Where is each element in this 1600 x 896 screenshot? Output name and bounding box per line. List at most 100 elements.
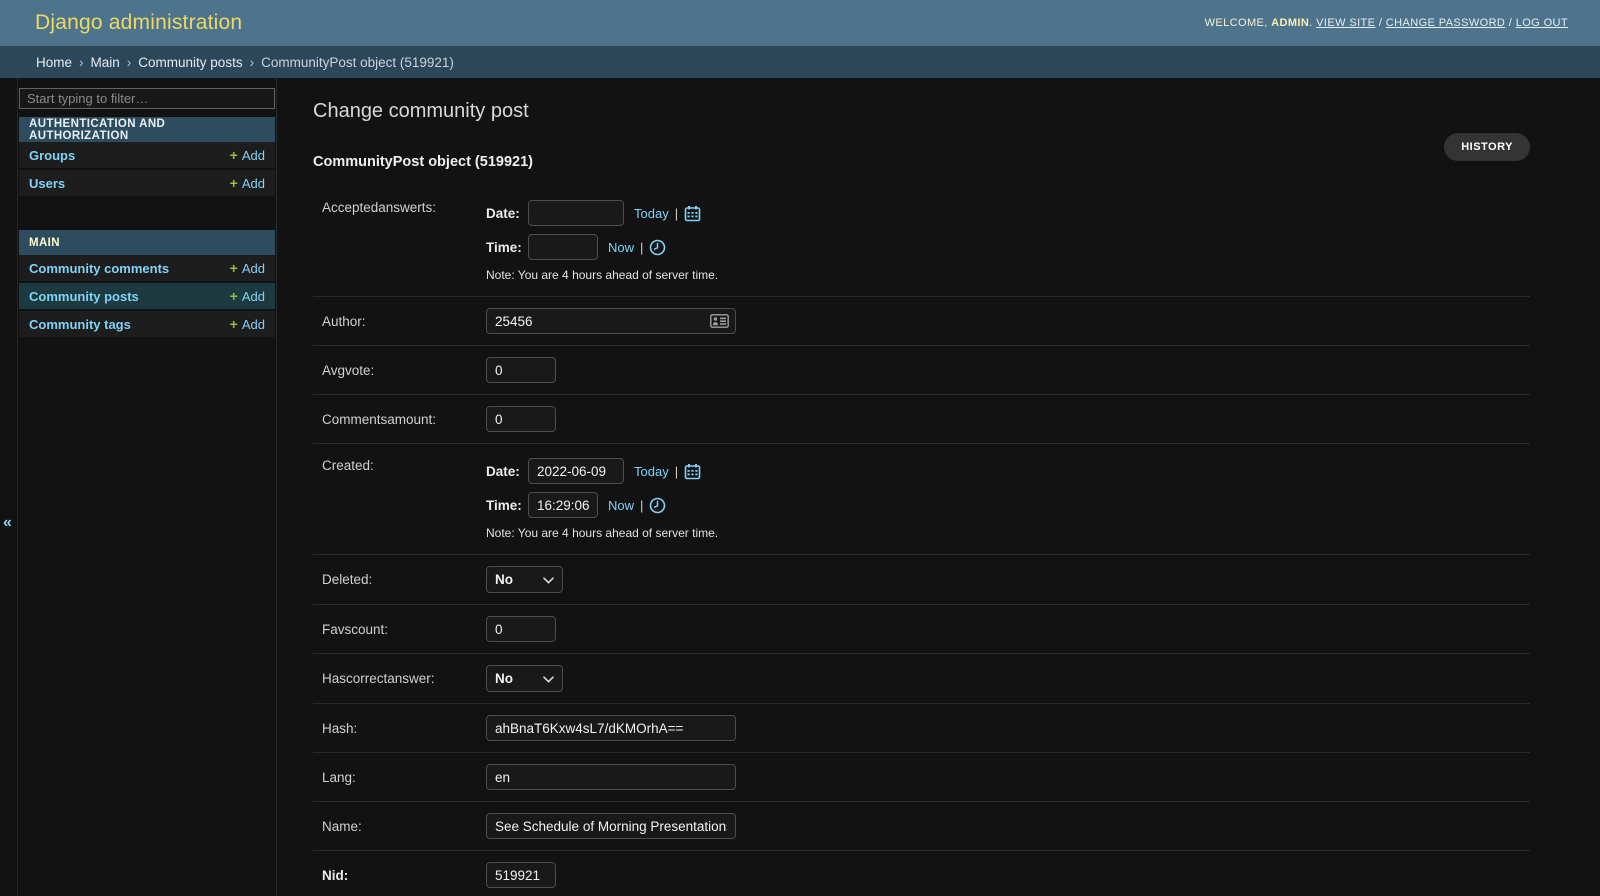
- breadcrumb-main[interactable]: Main: [91, 55, 120, 70]
- created-date-input[interactable]: [528, 458, 624, 484]
- clock-icon[interactable]: [649, 497, 666, 514]
- breadcrumb-separator: ›: [250, 55, 255, 70]
- acceptedanswerts-date-input[interactable]: [528, 200, 624, 226]
- log-out-link[interactable]: LOG OUT: [1516, 17, 1568, 29]
- username: ADMIN: [1271, 17, 1309, 29]
- form-row-commentsamount: Commentsamount:: [313, 395, 1530, 444]
- nav-section-title-auth: AUTHENTICATION AND AUTHORIZATION: [19, 117, 275, 142]
- field-label: Acceptedanswerts:: [322, 200, 486, 215]
- change-password-link[interactable]: CHANGE PASSWORD: [1386, 17, 1505, 29]
- acceptedanswerts-time-input[interactable]: [528, 234, 598, 260]
- app-header: Django administration WELCOME, ADMIN. VI…: [0, 0, 1600, 46]
- add-label: Add: [242, 289, 265, 304]
- date-sublabel: Date:: [486, 464, 528, 479]
- nid-input[interactable]: [486, 862, 556, 888]
- form-row-name: Name:: [313, 802, 1530, 851]
- deleted-select[interactable]: No: [486, 566, 563, 593]
- calendar-icon[interactable]: [684, 463, 701, 480]
- site-brand[interactable]: Django administration: [35, 11, 242, 35]
- history-button[interactable]: HISTORY: [1444, 133, 1530, 161]
- sidebar-filter-input[interactable]: [19, 88, 275, 109]
- breadcrumb-home[interactable]: Home: [36, 55, 72, 70]
- today-link[interactable]: Today: [634, 206, 669, 221]
- form-row-author: Author:: [313, 297, 1530, 346]
- lookup-related-icon[interactable]: [710, 314, 729, 328]
- add-community-tag-link[interactable]: + Add: [230, 316, 265, 332]
- sidebar-collapse-toggle[interactable]: «: [3, 515, 12, 531]
- hash-input[interactable]: [486, 715, 736, 741]
- timezone-note: Note: You are 4 hours ahead of server ti…: [486, 526, 718, 540]
- view-site-link[interactable]: VIEW SITE: [1316, 17, 1375, 29]
- field-label: Avgvote:: [322, 363, 486, 378]
- add-label: Add: [242, 148, 265, 163]
- nav-sidebar: AUTHENTICATION AND AUTHORIZATION Groups …: [18, 78, 277, 896]
- plus-icon: +: [230, 260, 238, 276]
- name-input[interactable]: [486, 813, 736, 839]
- field-label: Commentsamount:: [322, 412, 486, 427]
- community-comments-link[interactable]: Community comments: [29, 261, 169, 276]
- community-tags-link[interactable]: Community tags: [29, 317, 131, 332]
- nav-section-title-main: MAIN: [19, 230, 275, 255]
- now-link[interactable]: Now: [608, 240, 634, 255]
- nav-module-main: MAIN Community comments + Add Community …: [19, 230, 275, 339]
- breadcrumb-community-posts[interactable]: Community posts: [138, 55, 242, 70]
- page-title: Change community post: [313, 100, 1530, 123]
- community-posts-link[interactable]: Community posts: [29, 289, 139, 304]
- date-sublabel: Date:: [486, 206, 528, 221]
- widget-separator: |: [675, 464, 678, 479]
- sidebar-item-community-tags[interactable]: Community tags + Add: [19, 311, 275, 339]
- lang-input[interactable]: [486, 764, 736, 790]
- link-separator: /: [1509, 17, 1512, 29]
- plus-icon: +: [230, 316, 238, 332]
- add-user-link[interactable]: + Add: [230, 175, 265, 191]
- sidebar-toggle-strip: «: [0, 78, 18, 896]
- form-row-deleted: Deleted: No: [313, 555, 1530, 605]
- clock-icon[interactable]: [649, 239, 666, 256]
- selected-value: No: [495, 671, 513, 686]
- form-row-favscount: Favscount:: [313, 605, 1530, 654]
- link-separator: /: [1379, 17, 1382, 29]
- form-row-nid: Nid:: [313, 851, 1530, 896]
- today-link[interactable]: Today: [634, 464, 669, 479]
- breadcrumb-current: CommunityPost object (519921): [261, 55, 454, 70]
- add-community-comment-link[interactable]: + Add: [230, 260, 265, 276]
- hascorrectanswer-select[interactable]: No: [486, 665, 563, 692]
- user-tools: WELCOME, ADMIN. VIEW SITE / CHANGE PASSW…: [1205, 17, 1568, 29]
- time-sublabel: Time:: [486, 498, 528, 513]
- nav-module-auth: AUTHENTICATION AND AUTHORIZATION Groups …: [19, 117, 275, 198]
- field-label: Favscount:: [322, 622, 486, 637]
- now-link[interactable]: Now: [608, 498, 634, 513]
- users-link[interactable]: Users: [29, 176, 65, 191]
- sidebar-item-community-posts[interactable]: Community posts + Add: [19, 283, 275, 311]
- sidebar-item-groups[interactable]: Groups + Add: [19, 142, 275, 170]
- object-title: CommunityPost object (519921): [313, 154, 533, 170]
- form-row-avgvote: Avgvote:: [313, 346, 1530, 395]
- welcome-text: WELCOME,: [1205, 17, 1268, 29]
- field-label: Name:: [322, 819, 486, 834]
- created-time-input[interactable]: [528, 492, 598, 518]
- field-label: Hash:: [322, 721, 486, 736]
- add-label: Add: [242, 317, 265, 332]
- plus-icon: +: [230, 147, 238, 163]
- author-input[interactable]: [486, 308, 736, 334]
- main-content: Change community post CommunityPost obje…: [277, 78, 1600, 896]
- favscount-input[interactable]: [486, 616, 556, 642]
- change-form: Acceptedanswerts: Date: Today | Time:: [313, 186, 1530, 896]
- breadcrumb-separator: ›: [79, 55, 84, 70]
- field-label: Author:: [322, 314, 486, 329]
- avgvote-input[interactable]: [486, 357, 556, 383]
- add-label: Add: [242, 176, 265, 191]
- form-row-acceptedanswerts: Acceptedanswerts: Date: Today | Time:: [313, 186, 1530, 297]
- sidebar-item-community-comments[interactable]: Community comments + Add: [19, 255, 275, 283]
- add-group-link[interactable]: + Add: [230, 147, 265, 163]
- field-label: Hascorrectanswer:: [322, 671, 486, 686]
- breadcrumb: Home › Main › Community posts › Communit…: [0, 46, 1600, 78]
- widget-separator: |: [675, 206, 678, 221]
- commentsamount-input[interactable]: [486, 406, 556, 432]
- groups-link[interactable]: Groups: [29, 148, 75, 163]
- sidebar-item-users[interactable]: Users + Add: [19, 170, 275, 198]
- plus-icon: +: [230, 175, 238, 191]
- plus-icon: +: [230, 288, 238, 304]
- calendar-icon[interactable]: [684, 205, 701, 222]
- add-community-post-link[interactable]: + Add: [230, 288, 265, 304]
